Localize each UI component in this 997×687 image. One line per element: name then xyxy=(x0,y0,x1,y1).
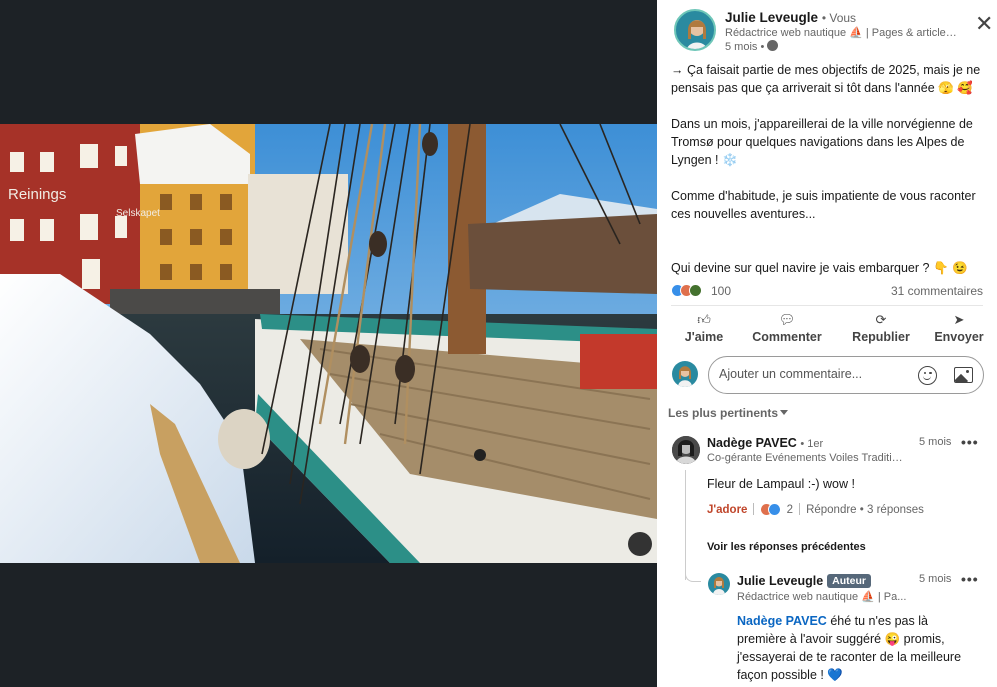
post-paragraph-3: Comme d'habitude, je suis impatiente de … xyxy=(671,189,976,221)
comment-timestamp: 5 mois xyxy=(919,436,952,448)
adore-reaction-button[interactable]: J'adore xyxy=(707,504,747,516)
thread-line xyxy=(685,470,686,580)
comment-more-icon[interactable]: ••• xyxy=(961,435,979,449)
thread-connector xyxy=(685,568,701,582)
separator xyxy=(753,503,755,515)
post-timestamp: 5 mois • xyxy=(725,40,779,53)
author-headline: Rédactrice web nautique ⛵ | Pages & arti… xyxy=(725,27,957,39)
smiley-icon[interactable] xyxy=(918,366,937,385)
svg-text:Reinings: Reinings xyxy=(8,186,66,203)
repost-arrows-icon: ⟳ xyxy=(875,312,887,327)
author-badge: Auteur xyxy=(827,574,871,588)
comment-reaction-count[interactable]: 2 xyxy=(787,504,793,516)
like-reaction-icon xyxy=(768,503,782,516)
reply-text: Nadège PAVEC éhé tu n'es pas là première… xyxy=(737,614,962,682)
author-name[interactable]: Julie Leveugle • Vous xyxy=(725,10,856,25)
sort-dropdown[interactable]: Les plus pertinents xyxy=(668,406,789,420)
reply-author-headline: Rédactrice web nautique ⛵ | Pa... xyxy=(737,591,907,603)
post-paragraph-1: → Ça faisait partie de mes objectifs de … xyxy=(671,63,981,95)
comment-text: Fleur de Lampaul :-) wow ! xyxy=(707,477,855,491)
speech-bubble-icon: 💬︎ xyxy=(778,312,796,327)
svg-text:Selskapet: Selskapet xyxy=(116,208,160,219)
reply-author-avatar[interactable] xyxy=(708,573,730,595)
reactions-row: 100 31 commentaires xyxy=(671,283,983,299)
thumbs-up-icon: 👍︎ xyxy=(697,312,711,327)
reply-button[interactable]: Répondre xyxy=(806,504,857,516)
comment-input[interactable] xyxy=(719,367,909,381)
replies-count[interactable]: • 3 réponses xyxy=(860,504,924,516)
caret-down-icon xyxy=(780,410,789,415)
repost-button[interactable]: ⟳ Republier xyxy=(842,312,920,344)
paper-plane-icon: ➤ xyxy=(953,312,965,327)
current-user-avatar xyxy=(672,361,698,387)
reply-more-icon[interactable]: ••• xyxy=(961,572,979,586)
reaction-icons[interactable] xyxy=(671,284,702,298)
support-reaction-icon xyxy=(689,284,702,297)
separator xyxy=(799,503,801,515)
mention-link[interactable]: Nadège PAVEC xyxy=(737,614,827,628)
harbor-photo-illustration: Reinings Selskapet xyxy=(0,124,657,563)
comment-button[interactable]: 💬︎ Commenter xyxy=(748,312,826,344)
author-avatar[interactable] xyxy=(674,9,716,51)
like-button[interactable]: 👍︎ J'aime xyxy=(665,312,743,344)
comment-actions: J'adore 2 Répondre • 3 réponses xyxy=(707,503,924,516)
reactions-count[interactable]: 100 xyxy=(711,284,731,298)
comment-box xyxy=(708,356,984,394)
commenter-headline: Co-gérante Evénements Voiles Traditio... xyxy=(707,452,903,464)
send-button[interactable]: ➤ Envoyer xyxy=(920,312,997,344)
globe-icon xyxy=(767,40,779,51)
connection-degree: • 1er xyxy=(800,438,824,450)
post-paragraph-4: Qui devine sur quel navire je vais embar… xyxy=(671,261,968,275)
commenter-avatar[interactable] xyxy=(672,436,700,464)
reply-timestamp: 5 mois xyxy=(919,573,952,585)
comments-count[interactable]: 31 commentaires xyxy=(891,284,983,298)
close-icon[interactable]: ✕ xyxy=(975,13,995,35)
image-viewer: Reinings Selskapet xyxy=(0,0,657,687)
post-side-panel: ✕ Julie Leveugle • Vous Rédactrice web n… xyxy=(657,0,997,687)
image-icon[interactable] xyxy=(954,367,973,383)
author-you-label: • Vous xyxy=(821,11,857,25)
post-paragraph-2: Dans un mois, j'appareillerai de la vill… xyxy=(671,117,973,167)
commenter-name[interactable]: Nadège PAVEC • 1er xyxy=(707,436,823,450)
reply-author-name[interactable]: Julie Leveugle Auteur xyxy=(737,574,871,588)
post-photo[interactable]: Reinings Selskapet xyxy=(0,124,657,563)
divider xyxy=(671,305,983,306)
view-previous-replies-link[interactable]: Voir les réponses précédentes xyxy=(707,541,866,553)
